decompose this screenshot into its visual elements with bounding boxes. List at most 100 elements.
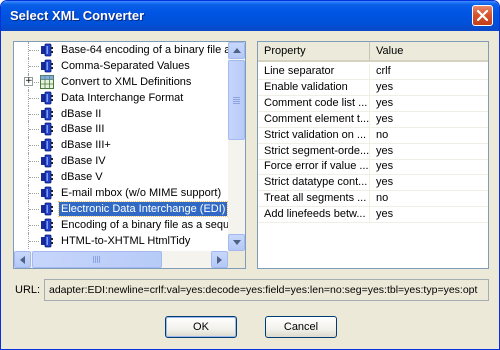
property-row[interactable]: Strict datatype cont... yes — [258, 175, 488, 192]
property-name: Enable validation — [258, 79, 370, 96]
column-header-property[interactable]: Property — [258, 42, 370, 60]
tree-vertical-scrollbar[interactable] — [228, 42, 245, 251]
tree-item[interactable]: Base-64 encoding of a binary file as — [14, 42, 228, 58]
tree-item[interactable]: dBase III — [14, 121, 228, 138]
plug-icon — [40, 43, 54, 57]
property-row[interactable]: Force error if value ... yes — [258, 159, 488, 176]
property-name: Line separator — [258, 64, 370, 80]
property-name: Force error if value ... — [258, 159, 370, 176]
plug-icon — [40, 202, 54, 216]
scroll-up-button[interactable] — [228, 42, 245, 59]
tree-item-label: dBase IV — [61, 155, 106, 168]
scroll-corner — [228, 251, 245, 268]
ok-button[interactable]: OK — [165, 316, 237, 338]
property-row[interactable]: Strict segment-orde... yes — [258, 143, 488, 160]
tree-item[interactable]: Electronic Data Interchange (EDI) — [14, 200, 228, 217]
plug-icon — [40, 154, 54, 168]
plug-icon — [40, 218, 54, 232]
property-value[interactable]: yes — [370, 207, 488, 223]
property-name: Comment code list ... — [258, 95, 370, 112]
tree-item[interactable]: dBase IV — [14, 153, 228, 170]
tree-connector-line — [29, 177, 39, 179]
arrow-left-icon — [20, 256, 25, 264]
column-header-value[interactable]: Value — [370, 42, 488, 60]
converter-tree[interactable]: Base-64 encoding of a binary file as Comm… — [13, 41, 246, 269]
tree-item-label: Data Interchange Format — [61, 91, 184, 104]
property-value[interactable]: yes — [370, 112, 488, 128]
tree-connector-line — [29, 129, 39, 131]
grid-icon — [40, 74, 54, 89]
tree-connector-line — [29, 240, 39, 242]
tree-item[interactable]: Data Interchange Format — [14, 89, 228, 106]
tree-item-label: dBase III+ — [61, 139, 111, 152]
tree-item-label: Convert to XML Definitions — [61, 75, 192, 88]
cancel-button[interactable]: Cancel — [265, 316, 337, 338]
tree-connector-line — [29, 113, 39, 115]
select-xml-converter-dialog: Select XML Converter Base-64 encoding of… — [0, 0, 500, 350]
property-name: Comment element t... — [258, 111, 370, 128]
property-name: Strict datatype cont... — [258, 175, 370, 192]
plug-icon — [40, 234, 54, 248]
scroll-down-button[interactable] — [228, 234, 245, 251]
tree-item[interactable]: Comma-Separated Values — [14, 57, 228, 74]
plug-icon — [40, 122, 54, 136]
property-grid[interactable]: Property Value Line separator crlf Enable … — [257, 41, 489, 269]
scroll-right-button[interactable] — [211, 251, 228, 268]
property-row[interactable]: Treat all segments ... no — [258, 191, 488, 208]
property-name: Strict validation on ... — [258, 127, 370, 144]
url-field[interactable]: adapter:EDI:newline=crlf:val=yes:decode=… — [44, 279, 489, 301]
tree-item[interactable]: dBase II — [14, 105, 228, 122]
tree-item[interactable]: dBase V — [14, 169, 228, 186]
property-value[interactable]: yes — [370, 159, 488, 175]
arrow-up-icon — [233, 48, 241, 53]
plug-icon — [40, 91, 54, 105]
tree-item[interactable]: HTML-to-XHTML HtmlTidy — [14, 232, 228, 249]
scroll-left-button[interactable] — [14, 251, 31, 268]
tree-item-label: dBase III — [61, 123, 105, 136]
expand-icon[interactable]: + — [24, 76, 33, 86]
tree-item[interactable]: dBase III+ — [14, 137, 228, 154]
tree-connector-line — [29, 50, 39, 51]
plug-icon — [40, 59, 54, 73]
property-value[interactable]: no — [370, 191, 488, 207]
titlebar[interactable]: Select XML Converter — [1, 1, 499, 31]
property-row[interactable]: Line separator crlf — [258, 64, 488, 80]
tree-connector-line — [29, 97, 39, 99]
tree-item[interactable]: E-mail mbox (w/o MIME support) — [14, 185, 228, 201]
tree-connector-line — [29, 145, 39, 147]
horizontal-scroll-thumb[interactable] — [32, 251, 162, 268]
property-value[interactable]: yes — [370, 96, 488, 112]
property-value[interactable]: yes — [370, 175, 488, 191]
tree-item-label: Base-64 encoding of a binary file as — [61, 44, 228, 56]
tree-connector-line — [29, 161, 39, 163]
property-value[interactable]: crlf — [370, 64, 488, 80]
tree-horizontal-scrollbar[interactable] — [14, 251, 228, 268]
url-label: URL: — [15, 284, 41, 296]
property-value[interactable]: yes — [370, 144, 488, 160]
property-row[interactable]: Add linefeeds betw... yes — [258, 207, 488, 224]
plug-icon — [40, 186, 54, 200]
tree-item-label: dBase II — [61, 107, 102, 120]
tree-item-label: Comma-Separated Values — [61, 59, 190, 72]
thumb-grip — [233, 97, 240, 105]
property-row[interactable]: Enable validation yes — [258, 79, 488, 96]
close-button[interactable] — [472, 5, 493, 26]
tree-item-label: Encoding of a binary file as a seque — [61, 218, 228, 231]
tree-connector-line — [29, 65, 39, 67]
vertical-scroll-thumb[interactable] — [228, 60, 245, 140]
property-value[interactable]: yes — [370, 80, 488, 96]
property-row[interactable]: Strict validation on ... no — [258, 127, 488, 144]
property-row[interactable]: Comment code list ... yes — [258, 95, 488, 112]
thumb-grip — [93, 256, 101, 263]
property-row[interactable]: Comment element t... yes — [258, 111, 488, 128]
plug-icon — [40, 138, 54, 152]
tree-item-label: E-mail mbox (w/o MIME support) — [61, 187, 222, 200]
tree-item-label: dBase V — [61, 171, 103, 184]
tree-item[interactable]: + Convert to XML Definitions — [14, 73, 228, 90]
close-icon — [477, 10, 488, 21]
tree-connector-line — [29, 224, 39, 226]
dialog-title: Select XML Converter — [10, 8, 145, 23]
tree-item[interactable]: Encoding of a binary file as a seque — [14, 216, 228, 233]
property-value[interactable]: no — [370, 128, 488, 144]
property-name: Treat all segments ... — [258, 191, 370, 208]
